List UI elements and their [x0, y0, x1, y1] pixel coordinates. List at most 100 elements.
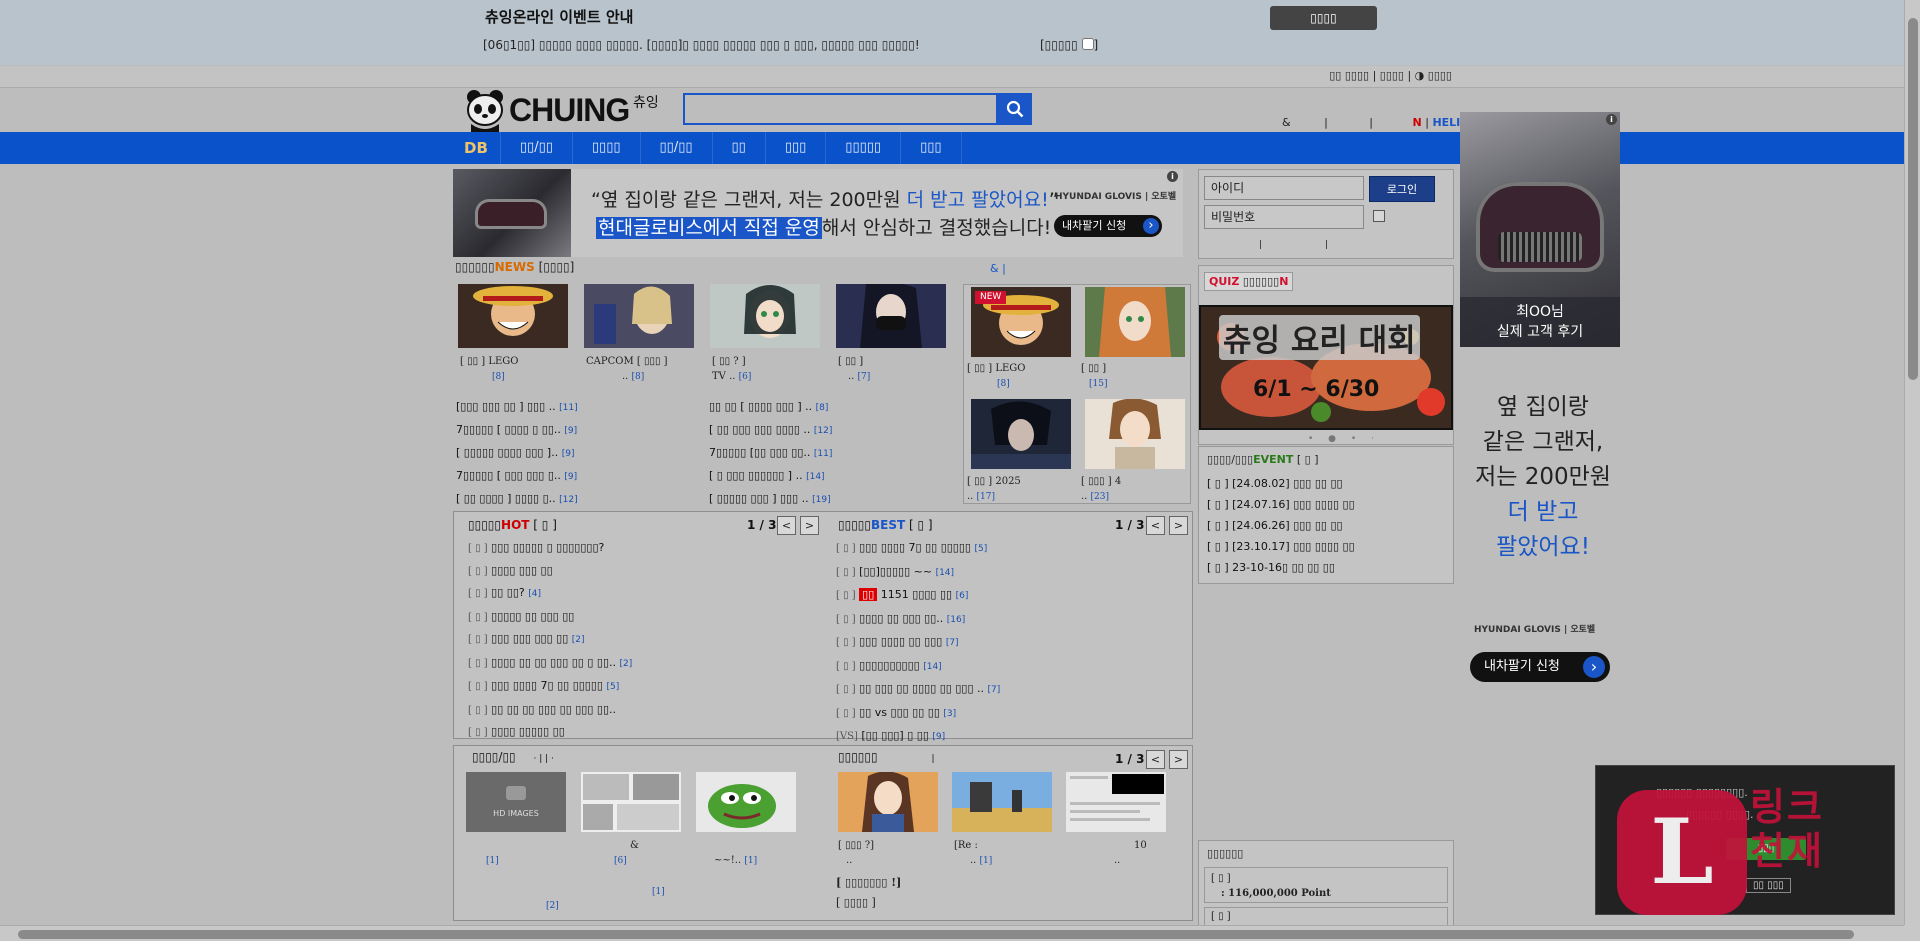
news-mini-thumb[interactable]: [1085, 287, 1185, 357]
hot-item[interactable]: [ ▯ ] ▯▯▯▯ ▯▯▯ ▯▯: [468, 560, 632, 583]
gallery2-link[interactable]: [ ▯▯▯▯▯▯▯ !]: [836, 876, 901, 889]
scrollbar-thumb[interactable]: [1908, 18, 1918, 380]
hot-item[interactable]: [ ▯ ] ▯▯▯▯ ▯▯ ▯▯ ▯▯▯ ▯▯ ▯ ▯▯.. [2]: [468, 652, 632, 676]
gallery2-thumb[interactable]: [1066, 772, 1166, 832]
password-field[interactable]: 비밀번호: [1204, 205, 1364, 229]
nav-item[interactable]: ▯▯: [713, 132, 766, 164]
side-banner-ad[interactable]: 최OO님 실제 고객 후기 i 옆 집이랑 같은 그랜저, 저는 200만원 더 …: [1460, 112, 1620, 692]
news-caption[interactable]: [ ▯▯ ? ] TV .. [6]: [712, 354, 751, 385]
nav-item[interactable]: ▯▯/▯▯: [641, 132, 713, 164]
cooking-contest-banner[interactable]: 츄잉 요리 대회 6/1 ~ 6/30: [1199, 305, 1453, 430]
best-header[interactable]: ▯▯▯▯▯BEST [ ▯ ]: [838, 518, 933, 532]
best-item[interactable]: [ ▯ ] ▯▯▯▯ ▯▯ ▯▯▯ ▯▯.. [16]: [836, 608, 1000, 632]
news-caption[interactable]: [ ▯▯ ].. [7]: [838, 354, 870, 385]
hot-item[interactable]: [ ▯ ] ▯▯▯ ▯▯▯▯ 7▯ ▯▯ ▯▯▯▯▯ [5]: [468, 675, 632, 699]
gallery-caption[interactable]: [1]: [486, 838, 499, 869]
gallery-caption[interactable]: [2]: [546, 898, 559, 914]
keep-login-checkbox[interactable]: [1373, 210, 1385, 222]
gallery2-caption[interactable]: [Re :.. [1]: [954, 838, 992, 869]
hot-item[interactable]: [ ▯ ] ▯▯▯ ▯▯▯▯▯ ▯ ▯▯▯▯▯▯▯?: [468, 537, 632, 560]
best-item[interactable]: [ ▯ ] ▯▯ vs ▯▯▯ ▯▯ ▯▯ [3]: [836, 702, 1000, 726]
news-side-head[interactable]: & |: [990, 262, 1006, 275]
site-logo[interactable]: CHUING 츄잉: [465, 88, 665, 132]
news-thumb[interactable]: [584, 284, 694, 348]
news-list-item[interactable]: [ ▯▯▯▯▯ ▯▯▯ ] ▯▯▯ .. [19]: [709, 488, 832, 511]
user-id-field[interactable]: 아이디: [1204, 176, 1364, 200]
scrollbar-thumb[interactable]: [18, 930, 1854, 939]
hot-item[interactable]: [ ▯ ] ▯▯ ▯▯? [4]: [468, 582, 632, 606]
news-list-item[interactable]: [ ▯▯ ▯▯▯▯ ] ▯▯▯▯ ▯.. [12]: [456, 488, 578, 511]
news-mini-thumb[interactable]: NEW: [971, 287, 1071, 357]
notice-close-button[interactable]: ▯▯▯▯: [1270, 6, 1377, 30]
news-thumb[interactable]: [836, 284, 946, 348]
gallery-header[interactable]: ▯▯▯▯/▯▯ · | | ·: [472, 750, 554, 764]
gallery-caption[interactable]: & [6] [1]: [614, 838, 665, 900]
best-item[interactable]: [ ▯ ] [▯▯]▯▯▯▯▯ ~~ [14]: [836, 561, 1000, 585]
event-item[interactable]: [ ▯ ] 23-10-16▯ ▯▯ ▯▯ ▯▯: [1207, 557, 1355, 578]
news-list-item[interactable]: 7▯▯▯▯▯ [ ▯▯▯ ▯▯▯ ▯.. [9]: [456, 465, 578, 488]
news-thumb[interactable]: [710, 284, 820, 348]
popup-secondary-button[interactable]: ▯▯ ▯▯▯: [1746, 878, 1791, 893]
news-list-item[interactable]: ▯▯ ▯▯ [ ▯▯▯▯ ▯▯▯ ] .. [8]: [709, 396, 832, 419]
hot-next-button[interactable]: >: [800, 516, 819, 535]
search-button[interactable]: [998, 93, 1032, 125]
nav-item[interactable]: ▯▯/▯▯: [501, 132, 573, 164]
event-item[interactable]: [ ▯ ] [24.06.26] ▯▯▯ ▯▯ ▯▯: [1207, 515, 1355, 536]
banner-cta-button[interactable]: 내차팔기 신청: [1054, 215, 1162, 237]
gallery-thumb[interactable]: [581, 772, 681, 832]
news-list-item[interactable]: 7▯▯▯▯▯ [ ▯▯▯▯ ▯ ▯▯.. [9]: [456, 419, 578, 442]
gallery2-caption[interactable]: 10..: [1114, 838, 1147, 868]
hot-prev-button[interactable]: <: [777, 516, 796, 535]
nav-item-db[interactable]: DB: [452, 132, 501, 164]
nav-item[interactable]: ▯▯▯▯: [573, 132, 641, 164]
event-item[interactable]: [ ▯ ] [23.10.17] ▯▯▯ ▯▯▯▯ ▯▯: [1207, 536, 1355, 557]
login-button[interactable]: 로그인: [1369, 176, 1435, 202]
dont-show-checkbox[interactable]: [1081, 38, 1094, 50]
gallery2-prev-button[interactable]: <: [1146, 750, 1165, 769]
login-links[interactable]: | |: [1259, 240, 1328, 250]
gallery2-thumb[interactable]: [838, 771, 938, 832]
best-item[interactable]: [ ▯ ] ▯▯ ▯▯▯ ▯▯ ▯▯▯▯ ▯▯ ▯▯▯ .. [7]: [836, 678, 1000, 702]
news-caption[interactable]: [ ▯▯▯ ] 4.. [23]: [1081, 474, 1121, 505]
hot-header[interactable]: ▯▯▯▯▯HOT [ ▯ ]: [468, 518, 557, 532]
nav-item[interactable]: ▯▯▯▯▯: [826, 132, 902, 164]
header-amp[interactable]: &: [1282, 116, 1291, 129]
news-thumb[interactable]: [458, 284, 568, 348]
event-header[interactable]: ▯▯▯▯/▯▯▯EVENT [ ▯ ]: [1207, 453, 1319, 466]
best-item[interactable]: [ ▯ ] ▯▯ 1151 ▯▯▯▯ ▯▯ [6]: [836, 584, 1000, 608]
carousel-dots[interactable]: • ● • ·: [1308, 434, 1380, 444]
ad-info-icon[interactable]: i: [1606, 114, 1617, 125]
utility-links[interactable]: ▯▯ ▯▯▯▯ | ▯▯▯▯ | ◑ ▯▯▯▯: [1329, 69, 1452, 82]
gallery-thumb[interactable]: HD IMAGES: [466, 772, 566, 832]
news-list-item[interactable]: [ ▯ ▯▯▯ ▯▯▯▯▯▯ ] .. [14]: [709, 465, 832, 488]
news-mini-thumb[interactable]: [971, 399, 1071, 469]
best-prev-button[interactable]: <: [1146, 516, 1165, 535]
news-caption[interactable]: [ ▯▯ ] 2025.. [17]: [967, 474, 1021, 505]
gallery2-caption[interactable]: [ ▯▯▯ ?]..: [838, 838, 874, 868]
side-ad-cta-button[interactable]: 내차팔기 신청: [1470, 652, 1610, 682]
best-item[interactable]: [ ▯ ] ▯▯▯▯▯▯▯▯▯▯ [14]: [836, 655, 1000, 679]
news-list-item[interactable]: 7▯▯▯▯▯ [▯▯ ▯▯▯ ▯▯.. [11]: [709, 442, 832, 465]
news-list-item[interactable]: [▯▯▯ ▯▯▯ ▯▯ ] ▯▯▯ .. [11]: [456, 396, 578, 419]
hot-item[interactable]: [ ▯ ] ▯▯ ▯▯ ▯▯ ▯▯▯ ▯▯ ▯▯▯ ▯▯..: [468, 699, 632, 722]
hot-item[interactable]: [ ▯ ] ▯▯▯ ▯▯▯ ▯▯▯ ▯▯ [2]: [468, 628, 632, 652]
nav-item[interactable]: ▯▯▯: [901, 132, 962, 164]
rank-row[interactable]: [ ▯ ]: 116,000,000 Point: [1204, 867, 1448, 903]
news-list-item[interactable]: [ ▯▯ ▯▯▯ ▯▯▯ ▯▯▯▯ .. [12]: [709, 419, 832, 442]
news-caption[interactable]: CAPCOM [ ▯▯▯ ].. [8]: [586, 354, 668, 385]
quiz-tag[interactable]: QUIZ ▯▯▯▯▯▯N: [1204, 272, 1294, 291]
gallery2-header[interactable]: ▯▯▯▯▯▯ |: [838, 750, 935, 764]
best-item[interactable]: [ ▯ ] ▯▯▯ ▯▯▯▯ 7▯ ▯▯ ▯▯▯▯▯ [5]: [836, 537, 1000, 561]
top-banner-ad[interactable]: “옆 집이랑 같은 그랜저, 저는 200만원 더 받고 팔았어요!” 현대글로…: [453, 169, 1183, 257]
news-mini-thumb[interactable]: [1085, 399, 1185, 469]
event-item[interactable]: [ ▯ ] [24.07.16] ▯▯▯ ▯▯▯▯ ▯▯: [1207, 494, 1355, 515]
horizontal-scrollbar[interactable]: [0, 925, 1904, 941]
news-caption[interactable]: [ ▯▯ ] [15]: [1081, 361, 1107, 392]
gallery-thumb[interactable]: [696, 772, 796, 832]
ad-info-icon[interactable]: i: [1167, 171, 1178, 182]
search-input[interactable]: [683, 93, 998, 125]
gallery-caption[interactable]: ~~!.. [1]: [714, 838, 757, 869]
hot-item[interactable]: [ ▯ ] ▯▯▯▯▯ ▯▯ ▯▯▯ ▯▯: [468, 606, 632, 629]
nav-item[interactable]: ▯▯▯: [766, 132, 827, 164]
best-next-button[interactable]: >: [1169, 516, 1188, 535]
